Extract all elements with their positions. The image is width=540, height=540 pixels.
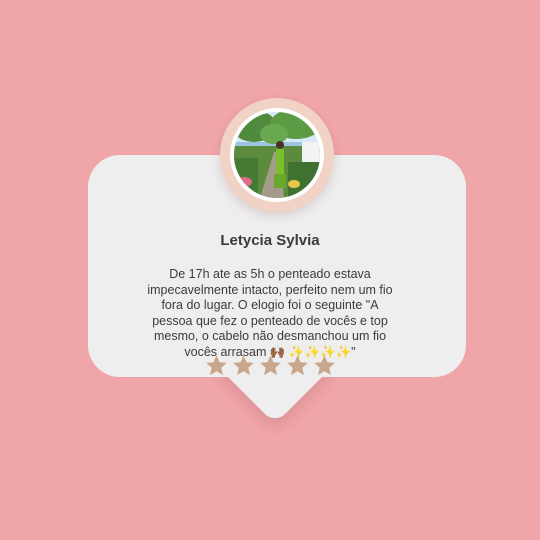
review-text: De 17h ate as 5h o penteado estava impec…	[147, 267, 393, 359]
avatar-photo	[234, 112, 320, 198]
star-icon	[313, 354, 336, 377]
avatar	[220, 98, 334, 212]
star-icon	[205, 354, 228, 377]
star-icon	[259, 354, 282, 377]
star-icon	[286, 354, 309, 377]
star-rating	[0, 354, 540, 377]
reviewer-name: Letycia Sylvia	[220, 232, 320, 249]
star-icon	[232, 354, 255, 377]
